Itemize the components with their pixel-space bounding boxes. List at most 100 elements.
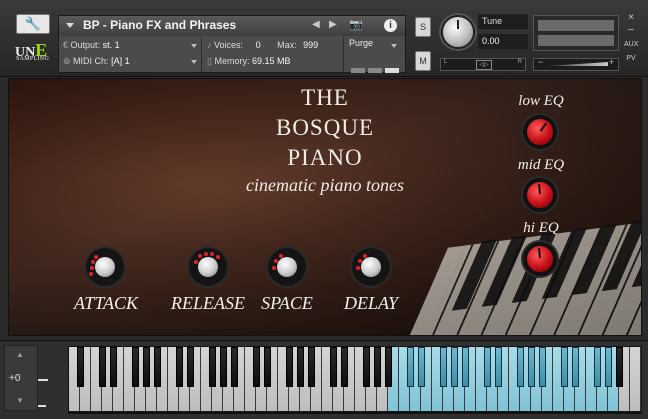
- une-sampling-logo: UNE SAMPLING: [15, 40, 50, 62]
- aux-button[interactable]: AUX: [624, 41, 638, 48]
- octave-control: ▲ +0 ▼: [4, 345, 38, 411]
- black-key[interactable]: [616, 347, 623, 387]
- mid-eq-label: mid EQ: [517, 157, 565, 173]
- wrench-icon[interactable]: 🔧: [16, 14, 50, 34]
- black-key[interactable]: [528, 347, 535, 387]
- black-key[interactable]: [363, 347, 370, 387]
- black-key[interactable]: [308, 347, 315, 387]
- camera-icon[interactable]: 📷: [349, 18, 363, 31]
- space-label: SPACE: [261, 293, 313, 313]
- black-key[interactable]: [220, 347, 227, 387]
- black-key[interactable]: [561, 347, 568, 387]
- black-key[interactable]: [264, 347, 271, 387]
- mid-eq-knob[interactable]: [523, 178, 557, 212]
- black-key[interactable]: [187, 347, 194, 387]
- output-selector[interactable]: € Output: st. 1: [63, 40, 120, 50]
- output-dropdown-icon[interactable]: [191, 44, 197, 48]
- black-key[interactable]: [143, 347, 150, 387]
- pan-slider[interactable]: L ◁▷ R: [440, 58, 526, 71]
- attack-knob[interactable]: [86, 248, 124, 286]
- pitch-mod-strip[interactable]: [38, 345, 48, 409]
- black-key[interactable]: [253, 347, 260, 387]
- black-key[interactable]: [407, 347, 414, 387]
- octave-value: +0: [9, 373, 21, 384]
- black-key[interactable]: [495, 347, 502, 387]
- output-icon: €: [63, 40, 71, 50]
- purge-dropdown-icon[interactable]: [391, 44, 397, 48]
- black-key[interactable]: [385, 347, 392, 387]
- prev-arrow-icon[interactable]: ◀: [312, 19, 320, 30]
- instrument-menu-icon[interactable]: [66, 23, 74, 28]
- tune-label: Tune: [478, 14, 528, 29]
- black-key[interactable]: [605, 347, 612, 387]
- solo-button[interactable]: S: [415, 17, 431, 37]
- piano-keyboard[interactable]: [68, 346, 642, 414]
- instrument-info-panel: BP - Piano FX and Phrases ◀ ▶ 📷 i € Outp…: [58, 15, 406, 73]
- minimize-icon[interactable]: –: [624, 24, 638, 35]
- hi-eq-knob[interactable]: [523, 242, 557, 276]
- black-key[interactable]: [110, 347, 117, 387]
- instrument-window: 🔧 UNE SAMPLING BP - Piano FX and Phrases…: [0, 0, 648, 419]
- black-key[interactable]: [77, 347, 84, 387]
- release-knob[interactable]: [189, 248, 227, 286]
- midi-dropdown-icon[interactable]: [191, 60, 197, 64]
- attack-label: ATTACK: [73, 293, 139, 313]
- black-key[interactable]: [451, 347, 458, 387]
- tune-value[interactable]: 0.00: [478, 34, 528, 49]
- level-meter: [533, 15, 619, 51]
- instrument-header: 🔧 UNE SAMPLING BP - Piano FX and Phrases…: [0, 0, 648, 77]
- black-key[interactable]: [539, 347, 546, 387]
- volume-minus: −: [538, 57, 544, 67]
- purge-indicators: [351, 60, 402, 78]
- next-arrow-icon[interactable]: ▶: [329, 19, 337, 30]
- octave-down-icon[interactable]: ▼: [16, 396, 24, 405]
- close-icon[interactable]: ×: [624, 12, 638, 23]
- info-icon[interactable]: i: [384, 19, 397, 32]
- black-key[interactable]: [484, 347, 491, 387]
- black-key[interactable]: [572, 347, 579, 387]
- instrument-name[interactable]: BP - Piano FX and Phrases: [83, 18, 236, 32]
- black-key[interactable]: [99, 347, 106, 387]
- meter-right: [538, 35, 614, 46]
- memory-display: ▯ Memory: 69.15 MB: [207, 56, 291, 66]
- voices-display: ♪ Voices: 0 Max: 999: [207, 40, 319, 50]
- delay-knob[interactable]: [352, 248, 390, 286]
- space-knob[interactable]: [268, 248, 306, 286]
- meter-left: [538, 20, 614, 31]
- black-key[interactable]: [176, 347, 183, 387]
- black-key[interactable]: [286, 347, 293, 387]
- pan-handle[interactable]: ◁▷: [476, 60, 492, 70]
- black-key[interactable]: [132, 347, 139, 387]
- tune-knob[interactable]: [441, 15, 475, 49]
- volume-plus: +: [608, 57, 614, 67]
- pv-button[interactable]: PV: [624, 55, 638, 62]
- black-key[interactable]: [231, 347, 238, 387]
- black-key[interactable]: [297, 347, 304, 387]
- low-eq-label: low EQ: [518, 93, 564, 109]
- delay-label: DELAY: [343, 293, 399, 313]
- divider: [201, 36, 202, 72]
- black-key[interactable]: [341, 347, 348, 387]
- white-key[interactable]: [630, 347, 641, 411]
- octave-up-icon[interactable]: ▲: [16, 350, 24, 359]
- mute-button[interactable]: M: [415, 51, 431, 71]
- hi-eq-label: hi EQ: [523, 220, 559, 236]
- volume-fill: [548, 62, 608, 66]
- black-key[interactable]: [330, 347, 337, 387]
- midi-channel-selector[interactable]: ⊚ MIDI Ch: [A] 1: [63, 56, 130, 67]
- instrument-title-bar: BP - Piano FX and Phrases ◀ ▶ 📷 i: [59, 16, 405, 36]
- black-key[interactable]: [440, 347, 447, 387]
- instrument-panel: THE BOSQUE PIANO cinematic piano tones A…: [8, 78, 642, 336]
- volume-slider[interactable]: − +: [533, 57, 619, 71]
- black-key[interactable]: [594, 347, 601, 387]
- black-key[interactable]: [517, 347, 524, 387]
- midi-icon: ⊚: [63, 56, 74, 66]
- low-eq-knob[interactable]: [523, 115, 557, 149]
- black-key[interactable]: [154, 347, 161, 387]
- divider: [343, 36, 344, 72]
- black-key[interactable]: [418, 347, 425, 387]
- release-label: RELEASE: [171, 293, 245, 313]
- black-key[interactable]: [209, 347, 216, 387]
- black-key[interactable]: [374, 347, 381, 387]
- black-key[interactable]: [462, 347, 469, 387]
